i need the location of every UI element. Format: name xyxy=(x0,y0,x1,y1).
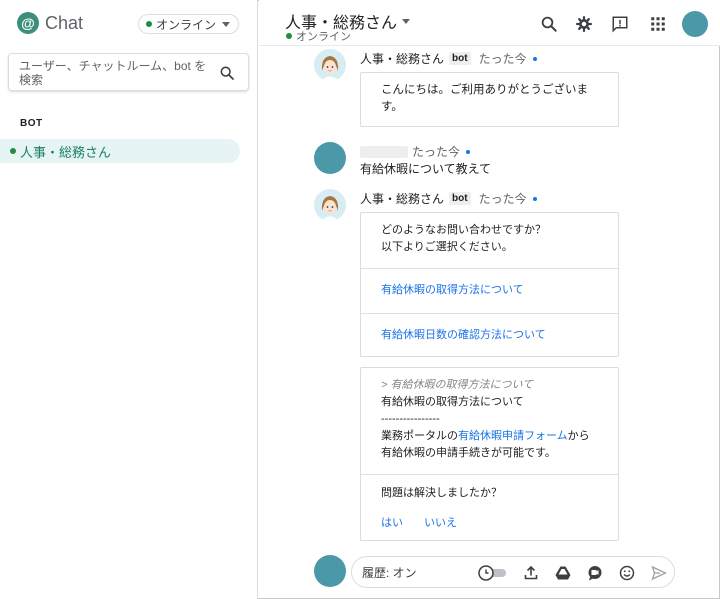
chat-logo-icon: @ xyxy=(17,12,39,34)
option-row: 有給休暇の取得方法について xyxy=(361,268,618,313)
room-status: オンライン xyxy=(286,28,351,44)
section-label-bot: BOT xyxy=(20,118,43,129)
search-icon[interactable] xyxy=(540,15,558,33)
drive-icon[interactable] xyxy=(555,565,571,581)
answer-prefix: 業務ポータルの xyxy=(381,430,458,442)
greeting-text-line-2: す。 xyxy=(381,101,403,113)
greeting-card: こんにちは。ご利用ありがとうございま す。 xyxy=(360,72,619,127)
account-avatar[interactable] xyxy=(682,11,708,37)
app-logo: @ Chat xyxy=(17,12,83,34)
answer-line-2: 有給休暇の申請手続きが可能です。 xyxy=(381,447,556,459)
search-box xyxy=(8,53,249,91)
app-name: Chat xyxy=(45,12,84,33)
sidebar: @ Chat オンライン BOT 人事・総務さん xyxy=(0,0,258,599)
bot-avatar xyxy=(314,49,346,81)
option-check-days-link[interactable]: 有給休暇日数の確認方法について xyxy=(381,329,546,341)
bot-badge: bot xyxy=(449,192,471,205)
message-text: 有給休暇について教えて xyxy=(360,162,492,176)
message-sender-line: 人事・総務さん bot たった今 xyxy=(360,190,537,207)
inquiry-prompt: どのようなお問い合わせですか？ 以下よりご選択ください。 xyxy=(361,213,618,268)
online-dot-icon xyxy=(10,148,16,154)
chevron-down-icon xyxy=(222,21,231,27)
emoji-icon[interactable] xyxy=(619,565,635,581)
answer-line-1: 業務ポータルの有給休暇申請フォームから xyxy=(381,428,618,445)
leave-request-form-link[interactable]: 有給休暇申請フォーム xyxy=(458,430,568,442)
no-button[interactable]: いいえ xyxy=(424,517,457,529)
message-time: たった今 xyxy=(478,52,527,66)
presence-status-label: オンライン xyxy=(156,17,217,32)
presence-status-dropdown[interactable]: オンライン xyxy=(138,14,239,34)
search-icon[interactable] xyxy=(219,65,235,81)
composer-avatar xyxy=(314,555,346,587)
sidebar-item-room[interactable]: 人事・総務さん xyxy=(0,139,240,163)
search-input[interactable] xyxy=(19,59,215,89)
send-icon[interactable] xyxy=(651,565,667,581)
message-composer xyxy=(351,556,675,588)
message-sender-line: たった今 xyxy=(360,143,471,160)
message-time: たった今 xyxy=(412,145,461,159)
online-dot-icon xyxy=(146,21,152,27)
sender-name-redacted xyxy=(360,145,408,158)
settings-icon[interactable] xyxy=(575,15,593,33)
resolution-buttons: はい いいえ xyxy=(381,515,618,532)
answer-title: 有給休暇の取得方法について xyxy=(381,396,524,408)
answer-body: > 有給休暇の取得方法について 有給休暇の取得方法について ----------… xyxy=(361,368,618,474)
feedback-icon[interactable] xyxy=(611,15,629,33)
option-take-leave-link[interactable]: 有給休暇の取得方法について xyxy=(381,284,524,296)
sidebar-item-label: 人事・総務さん xyxy=(20,144,112,160)
option-row: 有給休暇日数の確認方法について xyxy=(361,313,618,357)
yes-button[interactable]: はい xyxy=(381,517,403,529)
room-status-label: オンライン xyxy=(296,31,351,43)
upload-icon[interactable] xyxy=(523,565,539,581)
online-dot-icon xyxy=(286,33,292,39)
greeting-text-line-1: こんにちは。ご利用ありがとうございま xyxy=(381,84,588,96)
bot-avatar xyxy=(314,189,346,221)
unread-dot-icon xyxy=(532,196,537,201)
sender-name: 人事・総務さん xyxy=(360,192,445,206)
sender-name: 人事・総務さん xyxy=(360,52,445,66)
inquiry-prompt-line-1: どのようなお問い合わせですか？ xyxy=(381,224,546,236)
apps-grid-icon[interactable] xyxy=(649,15,667,33)
quoted-selection: > 有給休暇の取得方法について xyxy=(381,379,534,391)
chevron-down-icon xyxy=(402,18,411,24)
resolution-section: 問題は解決しましたか？ はい いいえ xyxy=(361,474,618,532)
inquiry-options-card: どのようなお問い合わせですか？ 以下よりご選択ください。 有給休暇の取得方法につ… xyxy=(360,212,619,357)
history-toggle-icon[interactable] xyxy=(478,565,508,581)
unread-dot-icon xyxy=(466,149,471,154)
answer-suffix: から xyxy=(567,430,590,442)
answer-divider: ---------------- xyxy=(381,413,440,425)
bot-avatar-illustration-icon xyxy=(314,189,346,221)
message-time: たった今 xyxy=(478,192,527,206)
bot-badge: bot xyxy=(449,52,471,65)
message-input[interactable] xyxy=(362,563,472,583)
unread-dot-icon xyxy=(532,56,537,61)
meet-icon[interactable] xyxy=(587,565,603,581)
inquiry-prompt-line-2: 以下よりご選択ください。 xyxy=(381,241,513,253)
answer-card: > 有給休暇の取得方法について 有給休暇の取得方法について ----------… xyxy=(360,367,619,541)
bot-avatar-illustration-icon xyxy=(314,49,346,81)
user-avatar xyxy=(314,142,346,174)
message-sender-line: 人事・総務さん bot たった今 xyxy=(360,50,537,67)
resolution-question: 問題は解決しましたか？ xyxy=(381,487,502,499)
